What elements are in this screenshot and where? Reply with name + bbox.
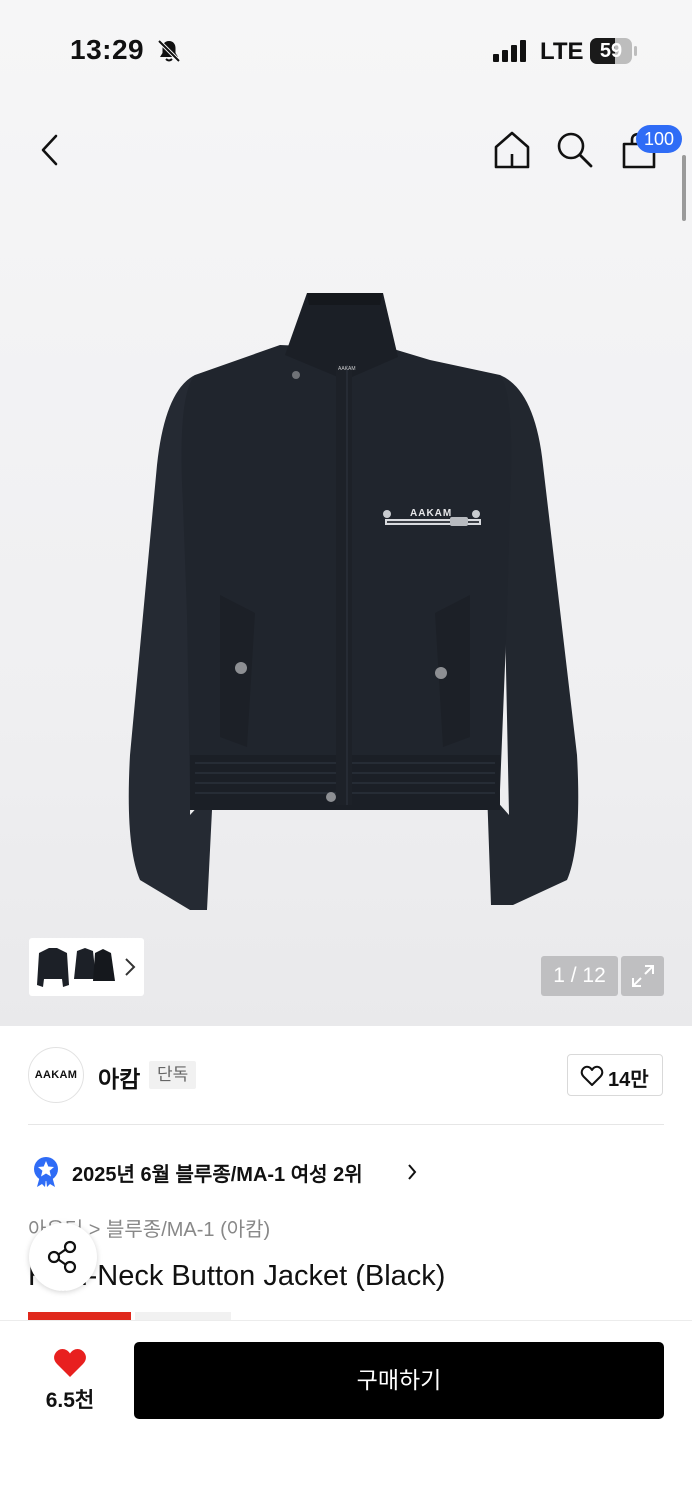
network-type: LTE bbox=[540, 38, 584, 65]
cart-count-badge: 100 bbox=[636, 125, 682, 153]
expand-icon bbox=[632, 965, 654, 987]
ranking-text: 2025년 6월 블루종/MA-1 여성 2위 bbox=[72, 1164, 363, 1186]
expand-button[interactable] bbox=[621, 956, 664, 996]
battery-indicator: 59 bbox=[590, 38, 632, 64]
product-image[interactable]: AAKAM AAKAM bbox=[95, 285, 605, 915]
signal-icon bbox=[493, 40, 526, 62]
brand-exclusive-tag: 단독 bbox=[149, 1061, 197, 1089]
bell-off-icon bbox=[157, 39, 181, 63]
garment-logo: AAKAM bbox=[410, 508, 452, 519]
brand-like-button[interactable]: 14만 bbox=[567, 1054, 663, 1096]
share-button[interactable] bbox=[29, 1223, 97, 1291]
thumbnail-strip[interactable] bbox=[29, 938, 144, 996]
status-bar: 13:29 LTE 59 bbox=[0, 0, 692, 100]
brand-like-count: 14만 bbox=[608, 1069, 649, 1091]
battery-cap bbox=[634, 46, 637, 56]
scrollbar[interactable] bbox=[682, 155, 686, 221]
home-icon[interactable] bbox=[493, 130, 531, 170]
search-icon[interactable] bbox=[556, 131, 594, 169]
image-pager: 1 / 12 bbox=[541, 956, 618, 996]
buy-button[interactable]: 구매하기 bbox=[134, 1342, 664, 1419]
brand-logo[interactable]: AAKAM bbox=[28, 1047, 84, 1103]
heart-filled-icon[interactable] bbox=[52, 1347, 88, 1379]
heart-outline-icon bbox=[580, 1065, 604, 1086]
rank-badge-icon bbox=[34, 1157, 58, 1187]
divider bbox=[28, 1124, 664, 1125]
chevron-right-icon bbox=[408, 1164, 417, 1180]
battery-percent: 59 bbox=[599, 40, 623, 62]
brand-name[interactable]: 아캄 bbox=[98, 1060, 140, 1094]
back-icon[interactable] bbox=[36, 132, 66, 168]
chevron-right-icon[interactable] bbox=[123, 955, 137, 979]
share-icon bbox=[47, 1240, 77, 1274]
status-time: 13:29 bbox=[70, 34, 145, 65]
thumbnail-images[interactable] bbox=[33, 945, 119, 990]
collar-label: AAKAM bbox=[338, 366, 356, 372]
wish-count: 6.5천 bbox=[45, 1389, 95, 1412]
